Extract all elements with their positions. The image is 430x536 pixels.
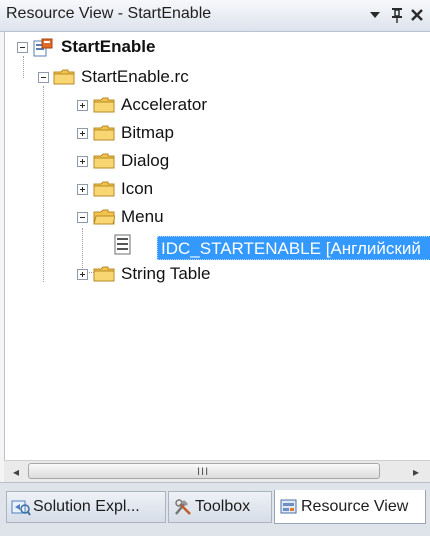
close-icon[interactable] (408, 5, 426, 25)
solution-explorer-icon (11, 500, 31, 516)
tree-item-accelerator[interactable]: Accelerator (5, 92, 405, 118)
resource-view-icon (280, 499, 297, 513)
expand-icon[interactable] (77, 269, 88, 280)
tree-item-icon[interactable]: Icon (5, 176, 405, 202)
folder-icon (93, 125, 115, 141)
title-bar: Resource View - StartEnable (0, 0, 430, 32)
tree-item-label: StartEnable.rc (81, 67, 189, 86)
folder-icon (93, 97, 115, 113)
folder-open-icon (93, 209, 115, 225)
tree-item-label: Dialog (121, 151, 170, 170)
scroll-right-icon[interactable]: ▸ (406, 463, 426, 481)
scroll-left-icon[interactable]: ◂ (6, 463, 26, 481)
scrollbar-grip: III (197, 466, 210, 478)
window-position-dropdown-icon[interactable] (366, 5, 384, 25)
collapse-icon[interactable] (17, 42, 28, 53)
scrollbar-thumb[interactable]: III (28, 463, 380, 479)
window-title: Resource View - StartEnable (6, 5, 212, 22)
tree-item-label: Icon (121, 179, 154, 198)
folder-icon (93, 266, 115, 282)
resource-view-window: Resource View - StartEnable StartEnable … (0, 0, 430, 536)
folder-icon (93, 181, 115, 197)
tab-solution-explorer[interactable]: Solution Expl... (6, 491, 166, 523)
tree-item-label: String Table (121, 264, 211, 283)
collapse-icon[interactable] (77, 212, 88, 223)
tree-item-rc-file[interactable]: StartEnable.rc (5, 64, 405, 90)
horizontal-scrollbar[interactable]: ◂ III ▸ (4, 460, 430, 482)
tree-item-dialog[interactable]: Dialog (5, 148, 405, 174)
tree-item-bitmap[interactable]: Bitmap (5, 120, 405, 146)
resource-tree[interactable]: StartEnable StartEnable.rc Accelerator B… (4, 32, 430, 460)
project-icon (33, 38, 53, 57)
tree-item-label: Accelerator (121, 95, 207, 114)
tab-label: Toolbox (195, 498, 251, 515)
expand-icon[interactable] (77, 184, 88, 195)
tab-resource-view[interactable]: Resource View (274, 490, 426, 524)
tree-item-label: Menu (121, 207, 164, 226)
expand-icon[interactable] (77, 100, 88, 111)
tree-item-label-selected[interactable]: IDC_STARTENABLE [Английский (157, 236, 430, 260)
menu-resource-icon (114, 234, 131, 255)
collapse-icon[interactable] (38, 72, 49, 83)
expand-icon[interactable] (77, 156, 88, 167)
tab-label: Resource View (301, 497, 409, 515)
tree-item-root[interactable]: StartEnable (5, 35, 405, 61)
expand-icon[interactable] (77, 128, 88, 139)
tab-label: Solution Expl... (33, 498, 140, 515)
auto-hide-pin-icon[interactable] (388, 5, 406, 25)
folder-icon (53, 69, 75, 85)
tree-item-label: Bitmap (121, 123, 174, 142)
toolbox-icon (175, 499, 191, 515)
tree-item-string-table[interactable]: String Table (5, 261, 405, 287)
tree-item-menu[interactable]: Menu (5, 204, 405, 230)
tab-toolbox[interactable]: Toolbox (168, 491, 272, 523)
tree-item-label: StartEnable (61, 37, 156, 56)
panel-tab-strip: Solution Expl... Toolbox Resource View (0, 482, 430, 536)
folder-icon (93, 153, 115, 169)
